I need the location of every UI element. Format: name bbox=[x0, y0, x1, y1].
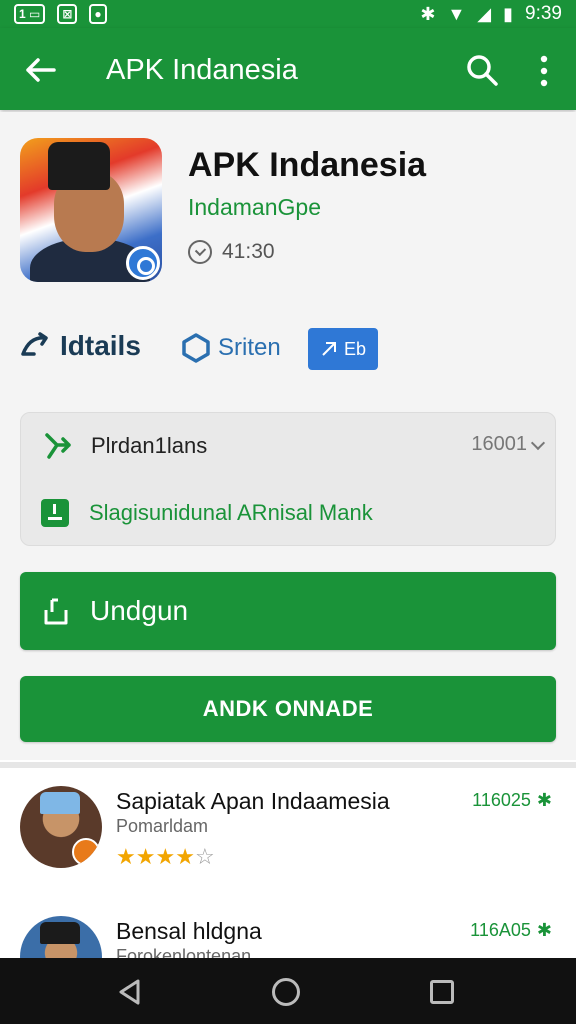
star-filled-icon: ★ bbox=[155, 844, 176, 869]
list-item-title: Sapiatak Apan Indaamesia bbox=[116, 788, 390, 814]
rating-stars: ★★★★☆ bbox=[116, 844, 215, 870]
info-row-download[interactable]: Slagisunidunal ARnisal Mank bbox=[41, 499, 373, 527]
download-button[interactable]: Undgun bbox=[20, 572, 556, 650]
star-filled-icon: ★ bbox=[175, 844, 195, 869]
info-row1-number: 16001 bbox=[471, 433, 527, 455]
avatar-hat bbox=[40, 792, 80, 814]
list-item-count-value: 116A05 bbox=[470, 920, 531, 940]
app-meta: 41:30 bbox=[188, 240, 275, 264]
list-item-title: Bensal hldgna bbox=[116, 918, 262, 944]
chips-row: Idtails Sriten Eb bbox=[20, 326, 560, 372]
chevron-down-icon bbox=[530, 435, 546, 450]
download-icon bbox=[44, 598, 68, 625]
status-left: 1⁠ ▭ ⊠ ● bbox=[14, 4, 107, 24]
sparkle-icon: ✱ bbox=[536, 790, 552, 810]
app-bar: APK Indanesia bbox=[0, 28, 576, 110]
info-row-versions[interactable]: Plrdan​1lans 16001 bbox=[43, 429, 546, 463]
more-vert-icon[interactable] bbox=[532, 54, 556, 88]
status-bar: 1⁠ ▭ ⊠ ● ✱ ▼ ◢ ▮ 9:39 bbox=[0, 0, 576, 28]
nav-back-icon[interactable] bbox=[116, 978, 144, 1006]
avatar bbox=[20, 786, 102, 868]
list-item-subtitle: Pomarldam bbox=[116, 816, 209, 836]
info-row2-text: Slagisunidunal ARnisal Mank bbox=[89, 500, 373, 525]
icon-figure-cap bbox=[48, 142, 110, 190]
back-arrow-icon[interactable] bbox=[22, 52, 58, 88]
download-button-label: Undgun bbox=[90, 595, 189, 626]
send-icon bbox=[322, 342, 336, 356]
details-chip[interactable]: Idtails bbox=[20, 330, 141, 362]
bluetooth-icon: ✱ bbox=[420, 3, 436, 24]
list-item-count-value: 116025 bbox=[472, 790, 531, 810]
verified-badge-icon bbox=[126, 246, 160, 280]
eb-chip-button[interactable]: Eb bbox=[308, 328, 378, 370]
share-icon bbox=[21, 332, 48, 356]
signal-icon: ◢ bbox=[477, 3, 492, 24]
star-empty-icon: ☆ bbox=[194, 844, 215, 869]
info-box: Plrdan​1lans 16001 Slagisunidunal ARnisa… bbox=[20, 412, 556, 546]
notification-icon: 1⁠ ▭ bbox=[14, 4, 46, 24]
sparkle-icon: ✱ bbox=[536, 920, 552, 940]
sitem-chip[interactable]: Sriten bbox=[180, 332, 281, 364]
status-right: ✱ ▼ ◢ ▮ 9:39 bbox=[420, 3, 562, 25]
list-item[interactable]: Sapiatak Apan Indaamesia Pomarldam ★★★★☆… bbox=[0, 768, 576, 888]
nav-home-icon[interactable] bbox=[272, 978, 300, 1006]
arrow-branch-icon bbox=[45, 433, 71, 459]
star-filled-icon: ★ bbox=[135, 844, 156, 869]
info-row1-value: 16001 bbox=[471, 433, 546, 456]
app-bar-title: APK Indanesia bbox=[106, 54, 298, 86]
screenshot-icon: ⊠ bbox=[57, 4, 78, 24]
battery-icon: ▮ bbox=[503, 3, 514, 24]
hexagon-icon bbox=[182, 333, 210, 363]
download-box-icon bbox=[41, 499, 69, 527]
info-row1-label: Plrdan​1lans bbox=[91, 433, 208, 458]
secondary-button[interactable]: ANDK ONNADE bbox=[20, 676, 556, 742]
search-icon[interactable] bbox=[464, 52, 500, 88]
avatar-badge-icon bbox=[72, 838, 100, 866]
app-meta-value: 41:30 bbox=[222, 240, 275, 263]
star-filled-icon: ★ bbox=[116, 844, 136, 869]
list-item-count: 116A05 ✱ bbox=[470, 920, 552, 941]
list-item-count: 116025 ✱ bbox=[472, 790, 552, 811]
wifi-icon: ▼ bbox=[447, 3, 466, 24]
eb-label: Eb bbox=[343, 338, 367, 359]
check-circle-icon bbox=[188, 240, 212, 264]
app-developer[interactable]: IndamanGpe bbox=[188, 194, 321, 221]
app-notification-icon: ● bbox=[89, 4, 107, 24]
avatar-hat bbox=[40, 922, 80, 944]
details-label: Idtails bbox=[60, 330, 141, 361]
status-time: 9:39 bbox=[525, 3, 562, 24]
nav-recents-icon[interactable] bbox=[430, 980, 454, 1004]
system-nav-bar bbox=[0, 958, 576, 1024]
app-title: APK Indanesia bbox=[188, 146, 427, 184]
sitem-label: Sriten bbox=[218, 334, 281, 361]
